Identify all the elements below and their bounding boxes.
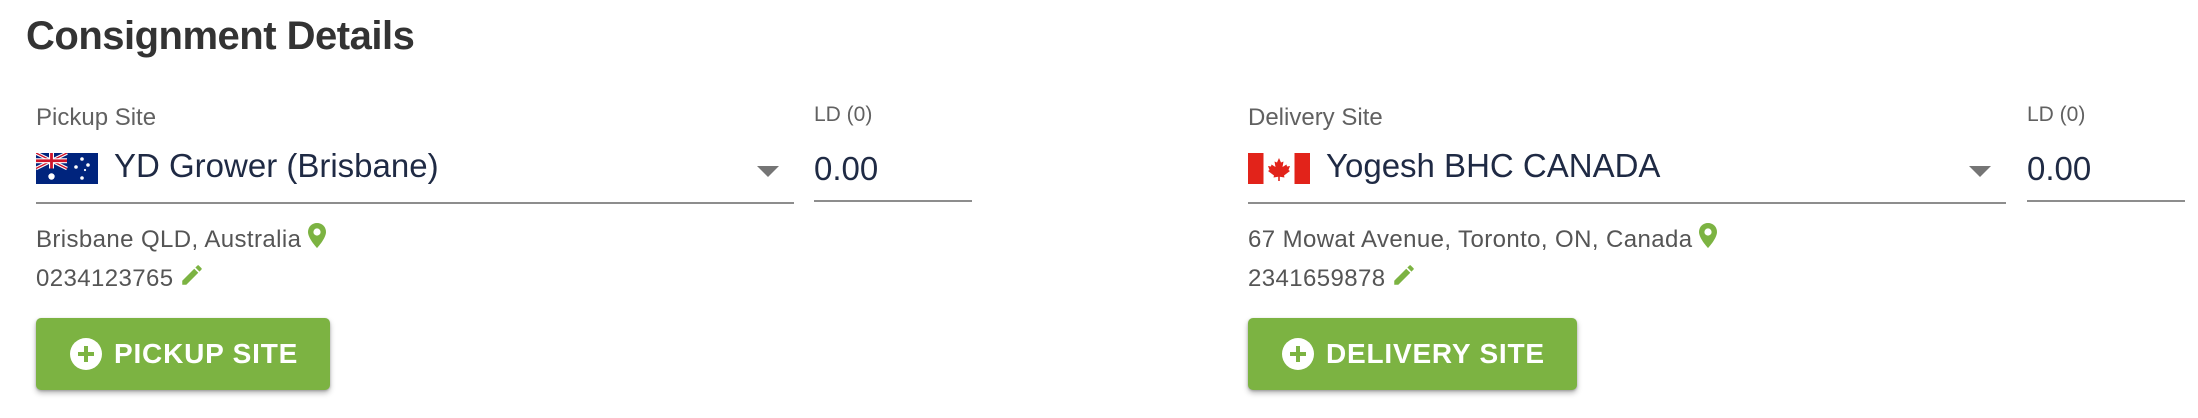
delivery-address-text: 67 Mowat Avenue, Toronto, ON, Canada [1248, 225, 1693, 253]
delivery-site-label: Delivery Site [1248, 104, 1383, 131]
add-pickup-site-button[interactable]: PICKUP SITE [36, 318, 331, 390]
delivery-site-select[interactable]: Yogesh BHC CANADA [1248, 142, 2006, 204]
canada-flag-icon [1248, 153, 1310, 184]
pencil-icon[interactable] [1391, 262, 1417, 295]
australia-flag-icon [36, 153, 98, 184]
pickup-address-text: Brisbane QLD, Australia [36, 225, 302, 253]
map-pin-icon[interactable] [307, 222, 327, 257]
delivery-phone-text: 2341659878 [1248, 264, 1386, 292]
add-delivery-site-label: DELIVERY SITE [1326, 338, 1545, 369]
delivery-phone: 2341659878 [1248, 262, 1417, 295]
add-pickup-site-label: PICKUP SITE [114, 338, 299, 369]
map-pin-icon[interactable] [1698, 222, 1718, 257]
pickup-address: Brisbane QLD, Australia [36, 222, 327, 257]
pickup-site-value: YD Grower (Brisbane) [114, 147, 439, 184]
plus-circle-icon [1282, 338, 1314, 370]
delivery-ld-input[interactable]: 0.00 [2027, 142, 2185, 202]
pickup-phone-text: 0234123765 [36, 264, 174, 292]
delivery-site-value: Yogesh BHC CANADA [1326, 147, 1661, 184]
caret-down-icon[interactable] [757, 166, 779, 177]
delivery-ld-label: LD (0) [2027, 103, 2086, 126]
section-title: Consignment Details [26, 14, 415, 58]
pickup-ld-label: LD (0) [814, 103, 873, 126]
pickup-site-label: Pickup Site [36, 104, 157, 131]
delivery-address: 67 Mowat Avenue, Toronto, ON, Canada [1248, 222, 1718, 257]
plus-circle-icon [70, 338, 102, 370]
pickup-site-select[interactable]: YD Grower (Brisbane) [36, 142, 794, 204]
pickup-ld-input[interactable]: 0.00 [814, 142, 972, 202]
pickup-phone: 0234123765 [36, 262, 205, 295]
caret-down-icon[interactable] [1969, 166, 1991, 177]
add-delivery-site-button[interactable]: DELIVERY SITE [1248, 318, 1577, 390]
pencil-icon[interactable] [179, 262, 205, 295]
